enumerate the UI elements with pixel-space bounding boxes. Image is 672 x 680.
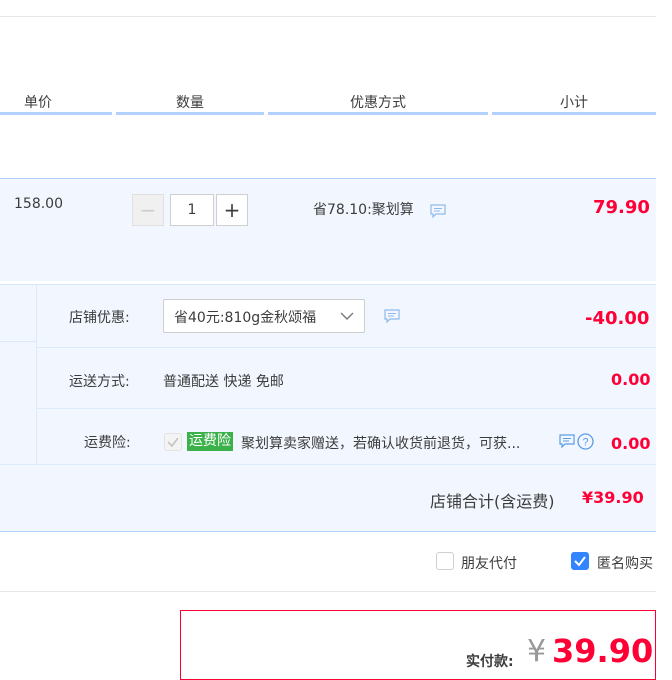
shipping-insurance-label: 运费险: <box>84 435 131 451</box>
shop-block-divider <box>37 408 656 409</box>
chat-bubble-icon[interactable] <box>384 309 400 323</box>
column-header-unit-price: 单价 <box>24 95 52 111</box>
help-question-icon[interactable]: ? <box>577 433 594 450</box>
chat-bubble-icon[interactable] <box>559 434 575 448</box>
insurance-badge: 运费险 <box>187 432 233 451</box>
shop-total-label: 店铺合计(含运费) <box>430 492 555 511</box>
insurance-description: 聚划算卖家赠送，若确认收货前退货，可获... <box>241 436 521 452</box>
shop-coupon-amount: -40.00 <box>585 308 650 329</box>
top-divider <box>0 16 656 17</box>
checkmark-icon <box>574 556 586 567</box>
anonymous-purchase-checkbox[interactable] <box>571 552 589 570</box>
svg-text:?: ? <box>582 437 588 449</box>
quantity-input[interactable]: 1 <box>170 194 214 226</box>
header-underline <box>116 112 264 115</box>
shop-coupon-label: 店铺优惠: <box>69 310 130 326</box>
shop-block-divider <box>37 347 656 348</box>
column-header-subtotal: 小计 <box>560 95 588 111</box>
shop-coupon-select[interactable]: 省40元:810g金秋颂福 <box>163 299 365 333</box>
payment-amount: 39.90 <box>552 632 654 670</box>
anonymous-purchase-label[interactable]: 匿名购买 <box>597 553 653 573</box>
shipping-method-label: 运送方式: <box>69 374 130 390</box>
shipping-method-text: 普通配送 快递 免邮 <box>163 374 284 390</box>
quantity-increment-button[interactable]: + <box>216 194 248 226</box>
payment-currency: ¥ <box>527 634 547 669</box>
item-subtotal: 79.90 <box>593 197 650 218</box>
payment-label: 实付款: <box>466 654 514 670</box>
quantity-decrement-button[interactable]: − <box>132 194 164 226</box>
item-discount-text: 省78.10:聚划算 <box>313 202 414 218</box>
header-underline <box>268 112 488 115</box>
insurance-amount: 0.00 <box>611 434 651 453</box>
shop-block-divider <box>0 341 36 342</box>
checkmark-icon <box>167 437 179 448</box>
header-underline <box>492 112 656 115</box>
shop-coupon-selected: 省40元:810g金秋颂福 <box>174 310 317 326</box>
chat-bubble-icon[interactable] <box>430 204 446 218</box>
header-underline <box>0 112 112 115</box>
column-header-quantity: 数量 <box>176 95 204 111</box>
shop-total-value: ¥39.90 <box>582 488 644 507</box>
insurance-checkbox <box>164 433 182 451</box>
item-unit-price: 158.00 <box>14 196 63 212</box>
cart-item-row <box>0 178 656 281</box>
shipping-amount: 0.00 <box>611 370 651 389</box>
friend-pay-label[interactable]: 朋友代付 <box>461 553 517 573</box>
section-divider <box>0 591 656 592</box>
shop-block-divider <box>36 285 37 464</box>
friend-pay-checkbox[interactable] <box>436 552 454 570</box>
shop-block-divider <box>0 464 656 465</box>
chevron-down-icon <box>340 312 354 320</box>
column-header-discount: 优惠方式 <box>350 95 406 111</box>
